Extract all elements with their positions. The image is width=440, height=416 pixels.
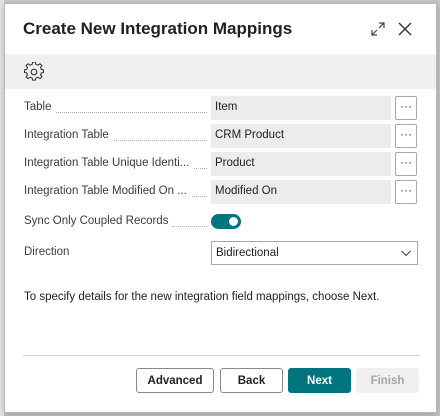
field-row-modified-on: Integration Table Modified On ... Modifi… <box>5 180 436 204</box>
dialog-title: Create New Integration Mappings <box>23 19 293 38</box>
gear-icon <box>24 62 44 81</box>
create-integration-mappings-dialog: Create New Integration Mappings Table It… <box>4 3 437 413</box>
back-button[interactable]: Back <box>220 368 283 393</box>
field-row-sync-only-coupled: Sync Only Coupled Records <box>5 210 436 234</box>
unique-identifier-assist-button[interactable]: ··· <box>395 152 417 176</box>
toggle-knob <box>229 217 238 226</box>
dialog-toolbar <box>5 54 436 89</box>
finish-button: Finish <box>356 368 419 393</box>
field-label: Integration Table Unique Identi... <box>24 157 207 173</box>
footer-divider <box>23 355 420 356</box>
field-row-direction: Direction Bidirectional <box>5 241 436 265</box>
close-icon <box>398 22 412 36</box>
settings-button[interactable] <box>23 61 45 83</box>
direction-select[interactable]: Bidirectional <box>211 241 418 265</box>
unique-identifier-field[interactable]: Product <box>211 152 391 176</box>
modified-on-assist-button[interactable]: ··· <box>395 180 417 204</box>
table-field[interactable]: Item <box>211 96 391 120</box>
advanced-button[interactable]: Advanced <box>136 368 214 393</box>
field-row-unique-identifier: Integration Table Unique Identi... Produ… <box>5 152 436 176</box>
direction-value: Bidirectional <box>216 247 279 259</box>
info-text: To specify details for the new integrati… <box>24 291 380 303</box>
field-row-integration-table: Integration Table CRM Product ··· <box>5 124 436 148</box>
next-button[interactable]: Next <box>288 368 351 393</box>
field-label: Direction <box>24 246 207 262</box>
expand-icon <box>371 22 385 36</box>
expand-button[interactable] <box>367 18 389 40</box>
dialog-header: Create New Integration Mappings <box>5 4 436 54</box>
sync-only-coupled-toggle[interactable] <box>211 214 241 229</box>
integration-table-assist-button[interactable]: ··· <box>395 124 417 148</box>
chevron-down-icon <box>401 250 411 257</box>
field-label: Integration Table <box>24 129 207 145</box>
close-button[interactable] <box>394 18 416 40</box>
modified-on-field[interactable]: Modified On <box>211 180 391 204</box>
field-label: Sync Only Coupled Records <box>24 215 207 231</box>
field-row-table: Table Item ··· <box>5 96 436 120</box>
integration-table-field[interactable]: CRM Product <box>211 124 391 148</box>
field-label: Integration Table Modified On ... <box>24 185 207 201</box>
field-label: Table <box>24 101 207 117</box>
table-assist-button[interactable]: ··· <box>395 96 417 120</box>
